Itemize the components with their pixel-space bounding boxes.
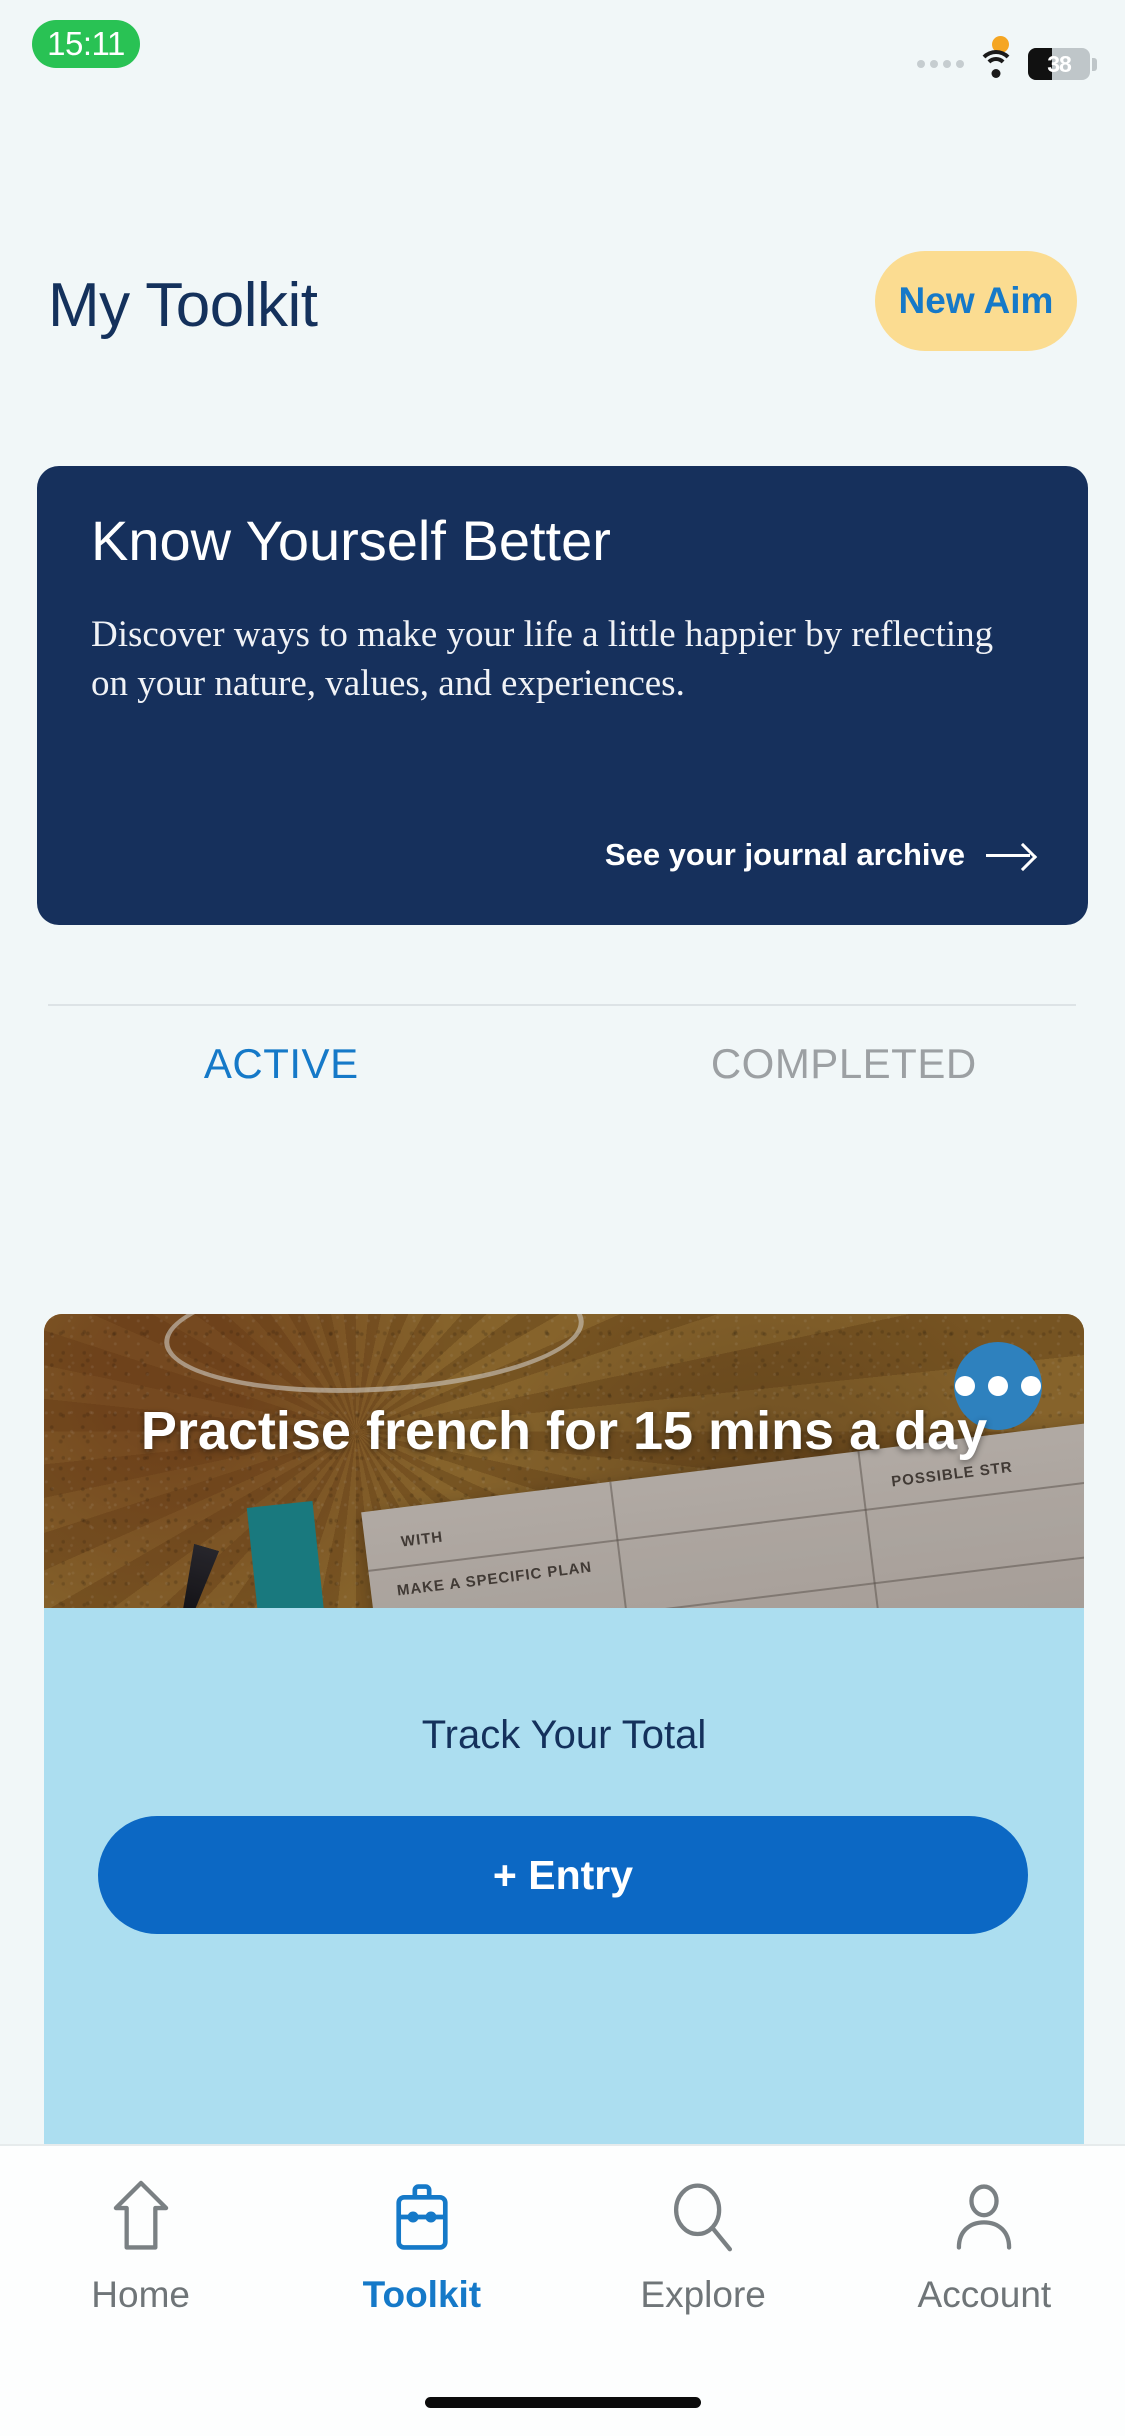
photo-dim-overlay xyxy=(44,1314,1084,1608)
journal-archive-link[interactable]: See your journal archive xyxy=(605,837,1034,873)
person-icon xyxy=(957,2184,1012,2250)
home-indicator xyxy=(424,2397,701,2408)
nav-item-home[interactable]: Home xyxy=(0,2174,281,2316)
nav-label-home: Home xyxy=(91,2274,190,2315)
add-entry-button[interactable]: + Entry xyxy=(98,1816,1028,1934)
toolkit-briefcase-icon xyxy=(396,2184,448,2250)
promo-card-title: Know Yourself Better xyxy=(91,509,611,572)
status-time: 15:11 xyxy=(32,20,140,68)
arrow-right-icon xyxy=(986,843,1034,867)
battery-icon: 38 xyxy=(1028,48,1097,80)
search-icon xyxy=(674,2183,733,2252)
journal-archive-label: See your journal archive xyxy=(604,837,965,872)
promo-card-body: Discover ways to make your life a little… xyxy=(91,613,994,704)
page-title: My Toolkit xyxy=(48,271,318,340)
tab-active[interactable]: ACTIVE xyxy=(0,1040,563,1088)
bottom-navigation: Home Toolkit Explore Account xyxy=(0,2144,1125,2436)
nav-label-explore: Explore xyxy=(640,2274,766,2315)
wifi-icon xyxy=(977,49,1015,79)
goal-card-title: Practise french for 15 mins a day xyxy=(140,1401,988,1461)
nav-label-account: Account xyxy=(917,2274,1052,2315)
signal-dots-icon xyxy=(917,60,964,68)
nav-label-toolkit: Toolkit xyxy=(362,2274,482,2315)
nav-item-toolkit[interactable]: Toolkit xyxy=(281,2174,562,2316)
home-icon xyxy=(113,2180,168,2250)
goal-card-photo: WITH MAKE A SPECIFIC PLAN Who? POSSIBLE … xyxy=(44,1314,1084,1608)
track-total-label: Track Your Total xyxy=(421,1713,707,1757)
tabs-divider xyxy=(48,1004,1076,1006)
nav-item-explore[interactable]: Explore xyxy=(563,2174,844,2316)
page-header: My Toolkit New Aim xyxy=(0,248,1125,378)
nav-item-account[interactable]: Account xyxy=(844,2174,1125,2316)
battery-level: 38 xyxy=(1047,50,1072,77)
tab-completed[interactable]: COMPLETED xyxy=(563,1040,1125,1088)
know-yourself-card[interactable]: Know Yourself Better Discover ways to ma… xyxy=(37,466,1088,925)
status-bar: 15:11 38 xyxy=(0,0,1125,112)
status-icons: 38 xyxy=(917,48,1097,80)
new-aim-button[interactable]: New Aim xyxy=(875,251,1077,351)
toolkit-tabs: ACTIVE COMPLETED xyxy=(0,1040,1125,1088)
